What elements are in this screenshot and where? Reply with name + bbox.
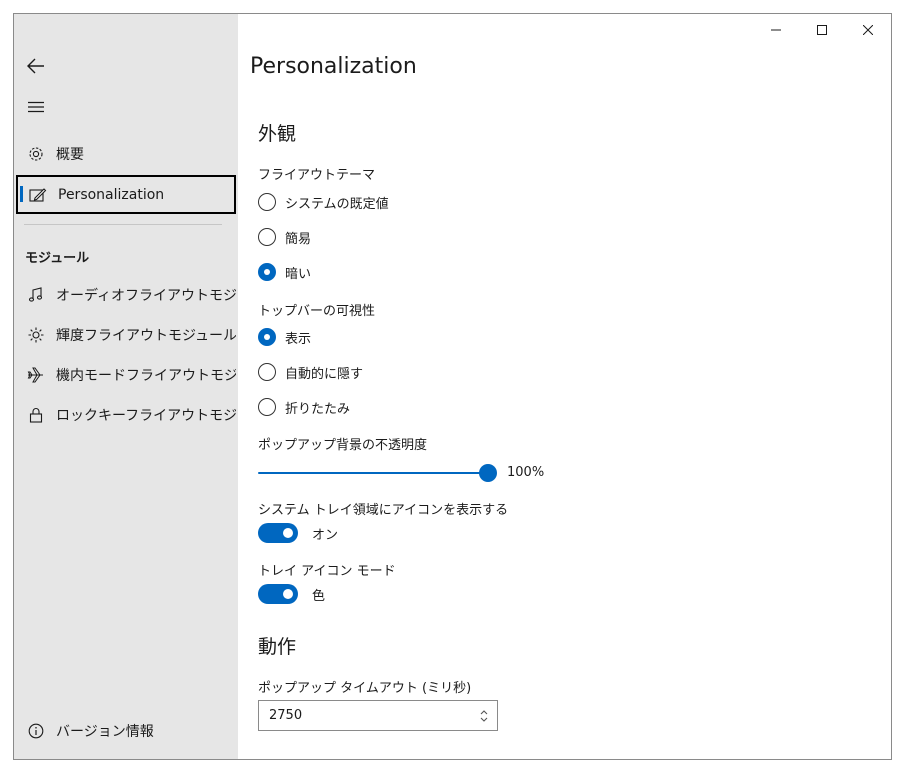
hamburger-menu-button[interactable] [16,87,56,127]
toggle-state-label: オン [312,527,339,543]
topbar-radio-autohide[interactable]: 自動的に隠す [258,361,363,383]
flyout-theme-radio-simple[interactable]: 簡易 [258,226,311,248]
radio-indicator [258,363,276,381]
popup-timeout-numberbox[interactable]: 2750 [258,700,498,731]
topbar-visibility-label: トップバーの可視性 [258,304,376,319]
page-title: Personalization [250,54,417,79]
behavior-section-header: 動作 [258,636,297,658]
radio-indicator [258,398,276,416]
info-icon [16,723,56,739]
sidebar-item-brightness-module[interactable]: 輝度フライアウトモジュール [16,317,236,353]
sidebar-item-label: ロックキーフライアウトモジュール [56,408,236,424]
topbar-radio-collapse[interactable]: 折りたたみ [258,396,350,418]
topbar-radio-show[interactable]: 表示 [258,326,311,348]
hamburger-icon [28,101,44,113]
flyout-theme-radio-system[interactable]: システムの既定値 [258,191,389,213]
sidebar-item-label: 概要 [56,147,84,163]
sidebar-item-label: オーディオフライアウトモジュール [56,288,236,304]
tray-icon-toggle-row: オン [258,522,338,544]
popup-opacity-slider[interactable] [258,462,498,484]
radio-label: システムの既定値 [285,196,389,212]
radio-label: 簡易 [285,231,312,247]
sidebar-item-label: Personalization [58,186,165,203]
back-arrow-icon [27,58,44,74]
sidebar-item-label: 機内モードフライアウトモジュール [56,368,236,384]
tray-icon-mode-label: トレイ アイコン モード [258,564,396,579]
slider-track [258,472,488,474]
tray-icon-mode-toggle-row: 色 [258,583,325,605]
gear-icon [16,145,56,163]
tray-icon-mode-toggle[interactable] [258,584,298,604]
radio-label: 表示 [285,331,312,347]
flyout-theme-label: フライアウトテーマ [258,168,376,183]
popup-timeout-value: 2750 [269,708,303,723]
radio-indicator [258,328,276,346]
flyout-theme-radio-dark[interactable]: 暗い [258,261,311,283]
toggle-state-label: 色 [312,588,326,604]
sidebar-item-overview[interactable]: 概要 [16,136,236,172]
settings-content: Personalization 外観 フライアウトテーマ システムの既定値 簡易… [238,14,891,759]
sidebar-item-label: 輝度フライアウトモジュール [56,328,236,344]
radio-label: 折りたたみ [285,401,351,417]
back-button[interactable] [16,46,56,86]
sidebar-item-personalization[interactable]: Personalization [16,175,236,214]
sidebar-item-airplane-module[interactable]: 機内モードフライアウトモジュール [16,357,236,393]
music-note-icon [16,287,56,303]
tray-icon-label: システム トレイ領域にアイコンを表示する [258,503,509,518]
radio-indicator [258,263,276,281]
pen-window-icon [18,187,58,203]
toggle-knob [283,589,293,599]
popup-opacity-label: ポップアップ背景の不透明度 [258,438,428,453]
popup-timeout-label: ポップアップ タイムアウト (ミリ秒) [258,681,472,696]
toggle-knob [283,528,293,538]
sidebar-divider [24,224,222,225]
sidebar-item-audio-module[interactable]: オーディオフライアウトモジュール [16,277,236,313]
airplane-icon [16,367,56,383]
sidebar-item-about[interactable]: バージョン情報 [16,713,236,749]
selection-indicator [20,186,23,202]
brightness-icon [16,327,56,343]
lock-icon [16,407,56,423]
appearance-section-header: 外観 [258,123,297,145]
navigation-sidebar: 概要 Personalization モジュール オーディオフライアウトモジュー… [14,14,238,759]
radio-label: 自動的に隠す [285,366,364,382]
radio-indicator [258,193,276,211]
popup-opacity-value: 100% [507,465,545,480]
spin-chevron-icon[interactable] [479,709,489,723]
slider-thumb[interactable] [479,464,497,482]
radio-indicator [258,228,276,246]
radio-label: 暗い [285,266,312,282]
modules-group-header: モジュール [25,251,90,266]
sidebar-item-lockkey-module[interactable]: ロックキーフライアウトモジュール [16,397,236,433]
sidebar-item-label: バージョン情報 [56,724,154,740]
tray-icon-toggle[interactable] [258,523,298,543]
app-window: 概要 Personalization モジュール オーディオフライアウトモジュー… [13,13,892,760]
